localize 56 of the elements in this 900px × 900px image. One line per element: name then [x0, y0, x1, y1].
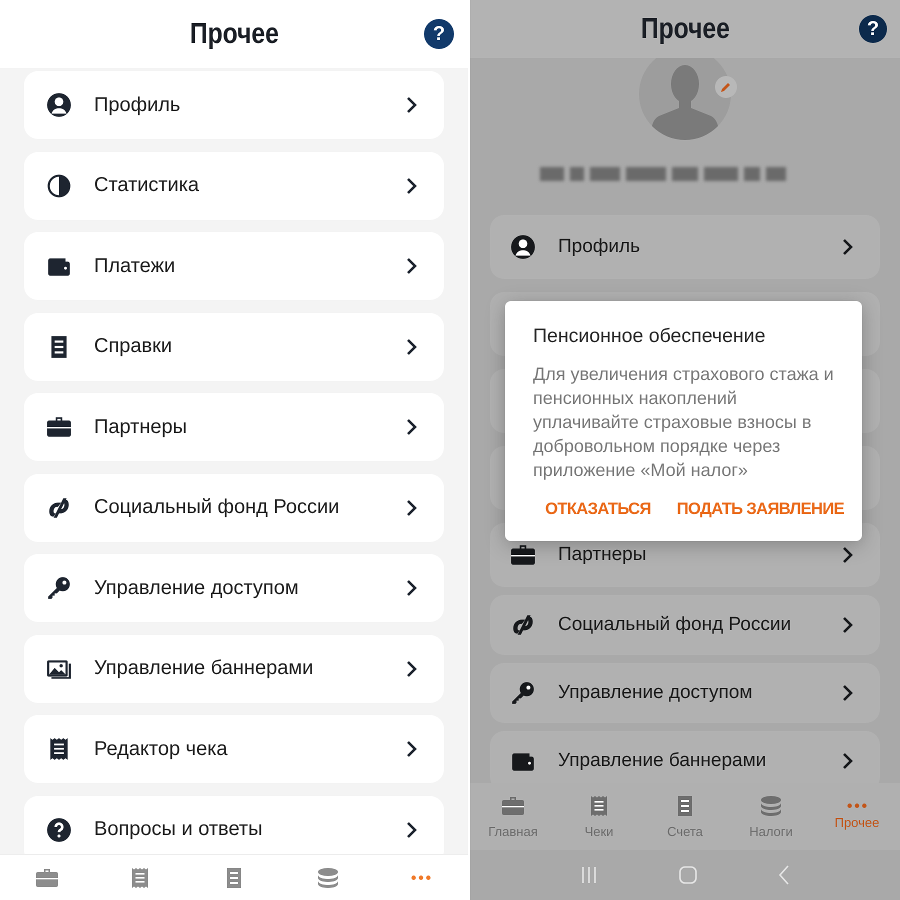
- key-icon: [510, 680, 536, 706]
- pie-icon: [46, 172, 72, 198]
- recent-apps-icon[interactable]: [580, 866, 598, 884]
- screen-title: Прочее: [190, 18, 278, 50]
- tab-label: Чеки: [584, 824, 614, 839]
- person-icon: [46, 92, 72, 118]
- menu-item[interactable]: Профиль: [24, 71, 444, 139]
- back-icon[interactable]: [778, 865, 790, 885]
- menu-item[interactable]: Социальный фонд России: [490, 595, 880, 655]
- dialog-text: Для увеличения страхового стажа и пенсионных накоплений уплачивайте страховые взносы в добровольном порядке через приложение «Мой налог»: [533, 363, 835, 482]
- pencil-icon: [720, 81, 732, 93]
- chevron-right-icon: [842, 752, 854, 770]
- chevron-right-icon: [406, 660, 418, 678]
- dialog-title: Пенсионное обеспечение: [533, 325, 766, 348]
- chevron-right-icon: [842, 616, 854, 634]
- chevron-right-icon: [406, 257, 418, 275]
- menu-item[interactable]: Управление баннерами: [490, 731, 880, 783]
- menu-item[interactable]: Редактор чека: [24, 715, 444, 783]
- menu-item[interactable]: Справки: [24, 312, 444, 380]
- edit-button[interactable]: [715, 76, 737, 98]
- menu-item[interactable]: Вопросы и ответы: [24, 796, 444, 854]
- chevron-right-icon: [842, 684, 854, 702]
- key-icon: [46, 575, 72, 601]
- coins-stack-icon: [316, 866, 340, 890]
- help-button[interactable]: ?: [859, 15, 887, 43]
- briefcase-icon: [501, 794, 525, 818]
- chevron-right-icon: [406, 418, 418, 436]
- chevron-right-icon: [406, 96, 418, 114]
- menu-item[interactable]: Управление доступом: [490, 663, 880, 723]
- more-icon: [410, 874, 432, 880]
- chevron-right-icon: [842, 238, 854, 256]
- screen-title: Прочее: [640, 12, 730, 46]
- tab-label: Прочее: [834, 814, 880, 830]
- more-icon: [846, 803, 868, 809]
- menu-item[interactable]: Социальный фонд России: [24, 474, 444, 542]
- tab-label: Главная: [488, 824, 538, 839]
- menu-item[interactable]: Статистика: [24, 152, 444, 220]
- menu-item[interactable]: Платежи: [24, 232, 444, 300]
- chevron-right-icon: [406, 740, 418, 758]
- home-icon[interactable]: [678, 866, 697, 884]
- menu-item[interactable]: Управление баннерами: [24, 634, 444, 702]
- chevron-right-icon: [842, 546, 854, 564]
- help-button[interactable]: ?: [424, 19, 454, 49]
- chevron-right-icon: [406, 176, 418, 194]
- menu-item[interactable]: Партнеры: [24, 393, 444, 461]
- chevron-right-icon: [406, 820, 418, 838]
- chevron-right-icon: [406, 579, 418, 597]
- tab-label: Счета: [667, 824, 703, 839]
- coins-stack-icon: [759, 794, 783, 818]
- chevron-right-icon: [406, 338, 418, 356]
- person-icon: [510, 234, 536, 260]
- tab-label: Налоги: [749, 824, 793, 839]
- question-icon: [46, 816, 72, 842]
- menu-item[interactable]: Управление доступом: [24, 554, 444, 622]
- menu-item[interactable]: Профиль: [490, 215, 880, 279]
- chevron-right-icon: [406, 498, 418, 516]
